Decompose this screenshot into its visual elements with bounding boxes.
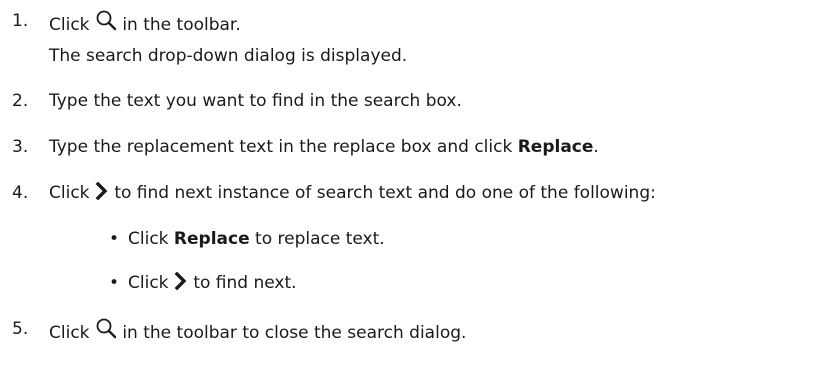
step-number: 2. [12, 91, 29, 111]
sub-option-text: Click Replace to replace text. [128, 229, 385, 249]
step-number: 5. [12, 319, 29, 339]
step-number: 1. [12, 11, 29, 31]
replace-label: Replace [517, 137, 594, 157]
step-text: Type the replacement text in the replace… [49, 137, 599, 157]
step-number: 4. [12, 183, 29, 203]
chevron-right-icon [174, 272, 188, 290]
step-text: Click to find next instance of search te… [49, 182, 656, 203]
step-note: The search drop-down dialog is displayed… [49, 46, 408, 66]
search-icon [95, 318, 117, 340]
instructions-document: 1. Click in the toolbar. The search drop… [0, 0, 829, 369]
search-icon [95, 10, 117, 32]
bullet: • [109, 229, 120, 249]
step-text: Type the text you want to find in the se… [49, 91, 462, 111]
step-text: Click in the toolbar to close the search… [49, 318, 466, 344]
chevron-right-icon [95, 182, 109, 200]
step-number: 3. [12, 137, 29, 157]
bullet: • [109, 273, 120, 293]
replace-label: Replace [173, 229, 250, 249]
sub-option-text: Click to find next. [128, 272, 297, 293]
step-text: Click in the toolbar. [49, 10, 241, 36]
